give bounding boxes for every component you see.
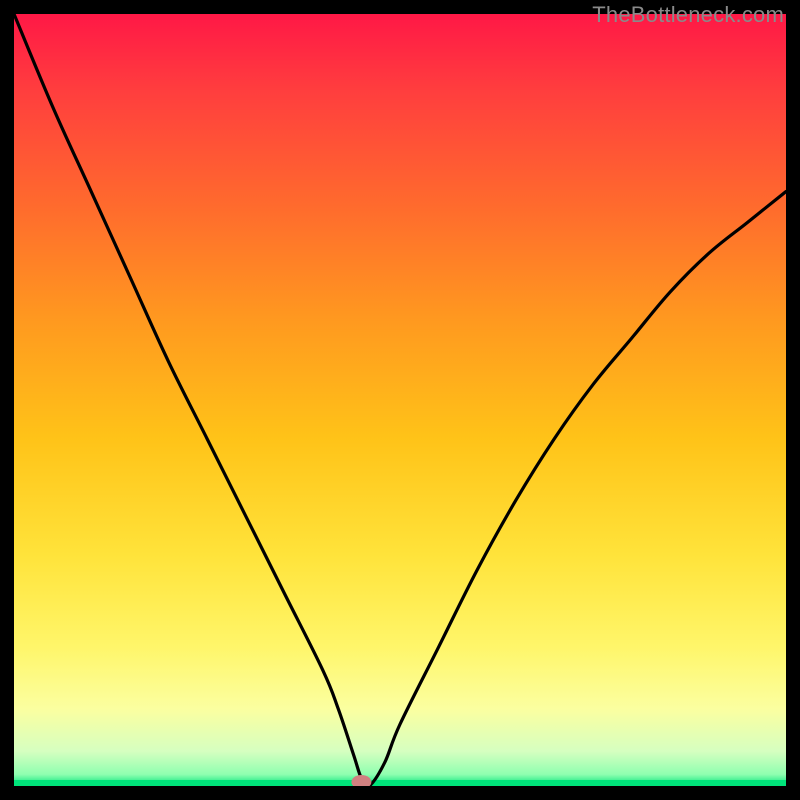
gradient-background bbox=[14, 14, 786, 786]
plot-area bbox=[14, 14, 786, 786]
chart-svg bbox=[14, 14, 786, 786]
chart-frame: TheBottleneck.com bbox=[0, 0, 800, 800]
baseline-band bbox=[14, 780, 786, 786]
